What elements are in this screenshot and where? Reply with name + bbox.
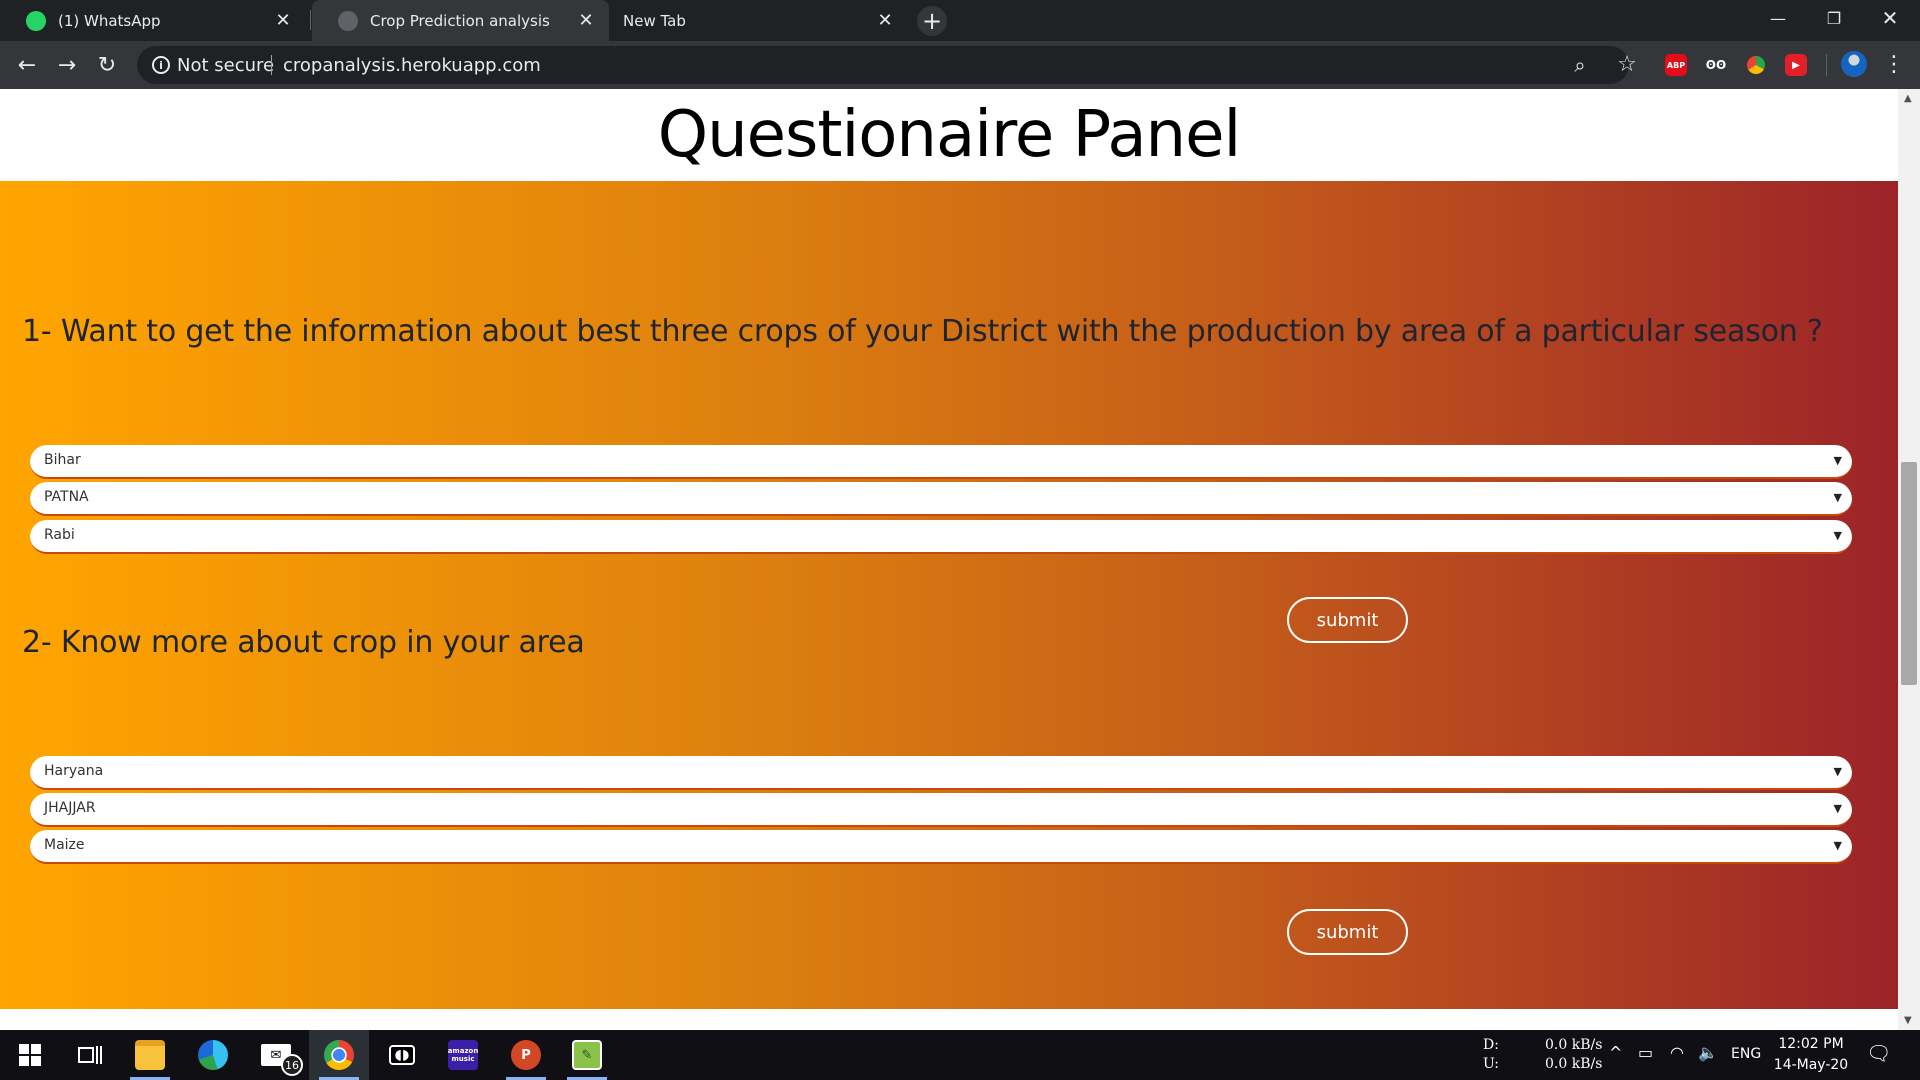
chevron-up-icon[interactable]: ^	[1609, 1043, 1622, 1062]
notepad-plus-plus-icon: ✎	[572, 1040, 602, 1070]
extension-icon[interactable]: ʘʘ	[1705, 54, 1727, 76]
select-value: Rabi	[44, 527, 75, 543]
page-viewport: Questionaire Panel 1- Want to get the in…	[0, 89, 1920, 1030]
toolbar-separator	[1826, 54, 1827, 76]
select-value: JHAJJAR	[44, 800, 96, 816]
taskbar-dolby[interactable]: ◖◗	[372, 1030, 432, 1080]
caret-down-icon: ▼	[1833, 839, 1842, 852]
upload-label: U:	[1483, 1056, 1500, 1072]
taskbar-powerpoint[interactable]: P	[496, 1030, 556, 1080]
network-monitor-values: 0.0 kB/s 0.0 kB/s	[1545, 1036, 1602, 1074]
scroll-up-icon[interactable]: ▲	[1904, 93, 1912, 104]
caret-down-icon: ▼	[1833, 802, 1842, 815]
close-tab-icon[interactable]: ✕	[874, 10, 896, 32]
submit-button-1[interactable]: submit	[1287, 597, 1408, 643]
question-1-text: 1- Want to get the information about bes…	[22, 314, 1823, 349]
download-speed: 0.0 kB/s	[1545, 1037, 1603, 1053]
page-header: Questionaire Panel	[0, 89, 1898, 181]
download-label: D:	[1483, 1037, 1499, 1053]
wifi-icon[interactable]: ◠	[1670, 1043, 1684, 1062]
question-2-text: 2- Know more about crop in your area	[22, 625, 585, 660]
bookmark-star-icon[interactable]: ☆	[1612, 49, 1642, 79]
profile-avatar[interactable]	[1841, 51, 1867, 77]
task-view-button[interactable]	[60, 1030, 120, 1080]
windows-logo-icon	[19, 1044, 41, 1066]
close-window-icon[interactable]: ✕	[1862, 0, 1918, 36]
youtube-extension-icon[interactable]: ▶	[1785, 54, 1807, 76]
vertical-scrollbar[interactable]: ▲ ▼	[1898, 89, 1920, 1030]
powerpoint-icon: P	[511, 1040, 541, 1070]
select-value: Bihar	[44, 452, 81, 468]
dolby-icon: ◖◗	[389, 1045, 415, 1065]
tab-title: Crop Prediction analysis	[370, 11, 550, 30]
district-select[interactable]: PATNA ▼	[30, 482, 1852, 516]
tab-separator	[310, 10, 311, 30]
globe-icon	[338, 10, 358, 31]
select-value: Maize	[44, 837, 85, 853]
tab-new-tab[interactable]: New Tab ✕	[612, 0, 908, 41]
clock-date: 14-May-20	[1773, 1057, 1849, 1073]
task-view-icon	[78, 1046, 102, 1064]
caret-down-icon: ▼	[1833, 765, 1842, 778]
page-title: Questionaire Panel	[657, 98, 1242, 172]
questionnaire-panel: 1- Want to get the information about bes…	[0, 181, 1898, 1009]
extension-icon[interactable]	[1745, 54, 1767, 76]
folder-icon	[135, 1040, 165, 1070]
tab-crop-prediction[interactable]: Crop Prediction analysis ✕	[312, 0, 609, 41]
caret-down-icon: ▼	[1833, 491, 1842, 504]
start-button[interactable]	[0, 1030, 60, 1080]
info-icon[interactable]: i	[152, 56, 170, 74]
scroll-down-icon[interactable]: ▼	[1904, 1015, 1912, 1026]
taskbar-amazon-music[interactable]: amazon music	[433, 1030, 493, 1080]
restore-icon[interactable]: ❐	[1806, 0, 1862, 36]
forward-arrow-icon[interactable]: →	[52, 50, 82, 80]
upload-speed: 0.0 kB/s	[1545, 1056, 1603, 1072]
url-text[interactable]: cropanalysis.herokuapp.com	[283, 55, 541, 76]
zoom-icon[interactable]: ⌕	[1567, 52, 1593, 78]
state-select[interactable]: Haryana ▼	[30, 756, 1852, 790]
address-bar[interactable]: i Not secure cropanalysis.herokuapp.com …	[137, 46, 1629, 84]
edge-icon	[198, 1040, 228, 1070]
minimize-icon[interactable]: —	[1750, 0, 1806, 36]
caret-down-icon: ▼	[1833, 529, 1842, 542]
security-status: Not secure	[177, 55, 275, 76]
battery-icon[interactable]: ▭	[1638, 1043, 1653, 1062]
action-center-icon[interactable]: 🗨	[1866, 1041, 1891, 1065]
browser-tab-strip: (1) WhatsApp ✕ Crop Prediction analysis …	[0, 0, 1920, 41]
tab-whatsapp[interactable]: (1) WhatsApp ✕	[0, 0, 306, 41]
clock-time: 12:02 PM	[1778, 1036, 1844, 1052]
taskbar-edge[interactable]	[183, 1030, 243, 1080]
menu-kebab-icon[interactable]: ⋮	[1882, 49, 1906, 79]
network-monitor-labels: D: U:	[1483, 1036, 1499, 1074]
crop-select[interactable]: Maize ▼	[30, 830, 1852, 864]
state-select[interactable]: Bihar ▼	[30, 445, 1852, 479]
amazon-music-icon: amazon music	[448, 1040, 478, 1070]
district-select[interactable]: JHAJJAR ▼	[30, 793, 1852, 827]
omnibox-divider	[271, 55, 272, 75]
volume-icon[interactable]: 🔈	[1698, 1043, 1718, 1062]
reload-icon[interactable]: ↻	[92, 50, 122, 80]
close-tab-icon[interactable]: ✕	[575, 10, 597, 32]
taskbar-file-explorer[interactable]	[120, 1030, 180, 1080]
system-clock[interactable]: 12:02 PM 14-May-20	[1770, 1034, 1852, 1076]
whatsapp-icon	[26, 10, 46, 31]
new-tab-button[interactable]: +	[917, 6, 947, 36]
select-value: Haryana	[44, 763, 104, 779]
taskbar-notepad-plus-plus[interactable]: ✎	[557, 1030, 617, 1080]
taskbar-chrome[interactable]	[309, 1030, 369, 1080]
caret-down-icon: ▼	[1833, 454, 1842, 467]
submit-button-2[interactable]: submit	[1287, 909, 1408, 955]
season-select[interactable]: Rabi ▼	[30, 520, 1852, 554]
mail-badge: 16	[281, 1054, 303, 1076]
adblock-plus-icon[interactable]: ABP	[1665, 54, 1687, 76]
chrome-icon	[324, 1040, 354, 1070]
language-indicator[interactable]: ENG	[1731, 1046, 1761, 1062]
close-tab-icon[interactable]: ✕	[272, 10, 294, 32]
back-arrow-icon[interactable]: ←	[12, 50, 42, 80]
scrollbar-thumb[interactable]	[1901, 462, 1917, 685]
tab-title: (1) WhatsApp	[58, 11, 161, 30]
tab-title: New Tab	[623, 11, 686, 30]
select-value: PATNA	[44, 489, 89, 505]
